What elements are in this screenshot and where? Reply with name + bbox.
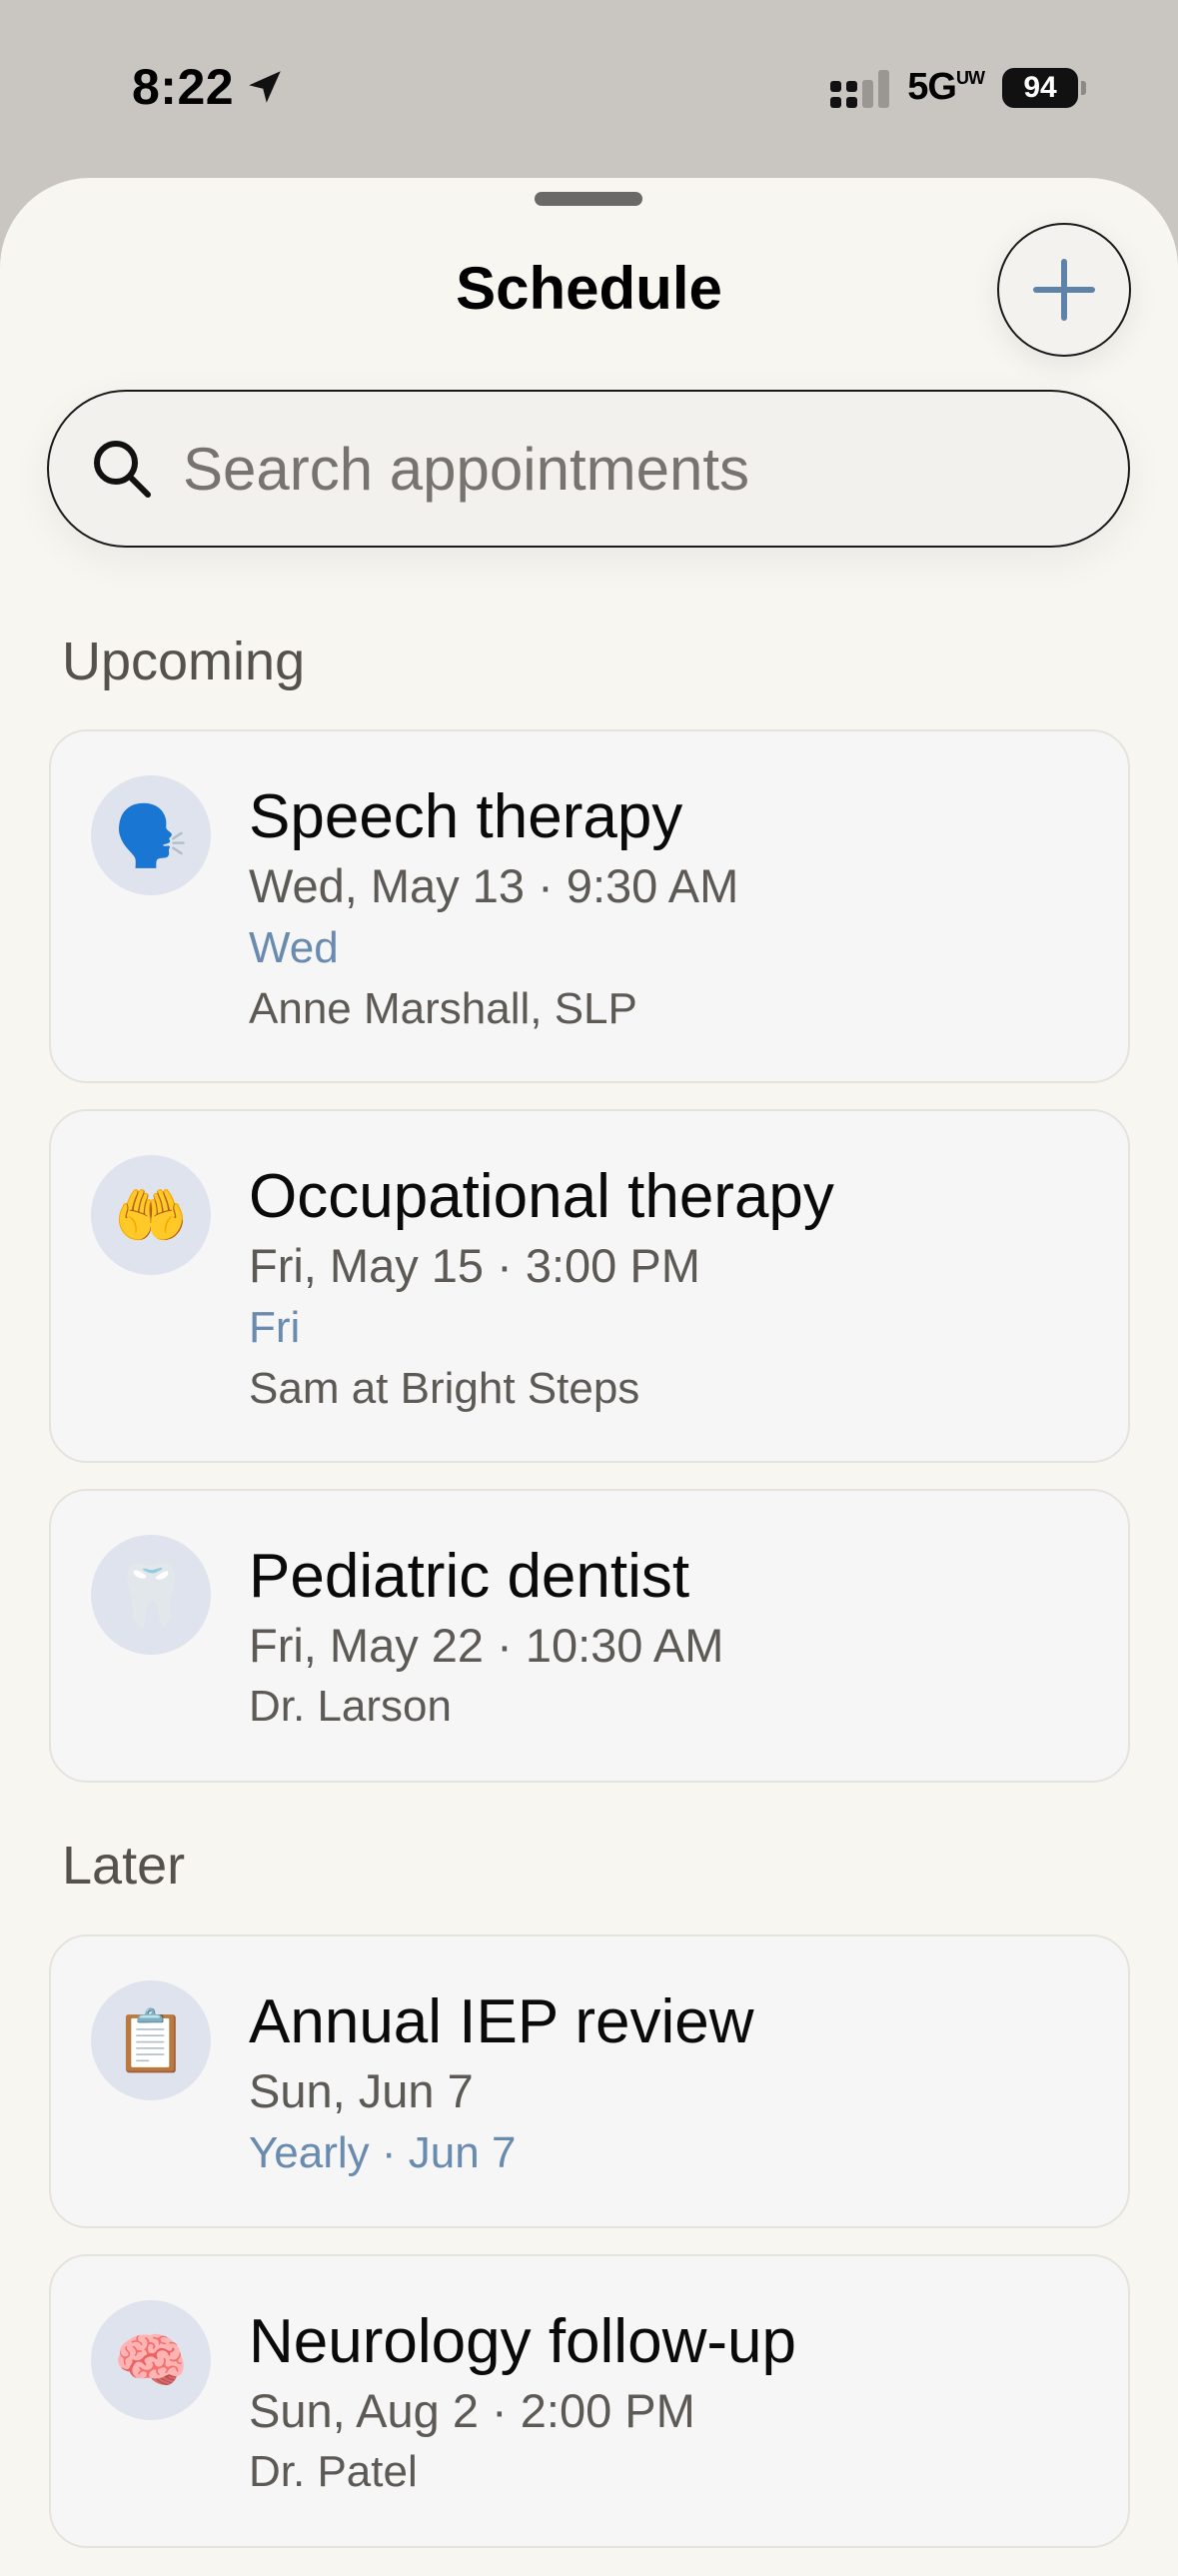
tooth-icon: 🦷 xyxy=(91,1535,211,1655)
appointment-datetime: Wed, May 13 · 9:30 AM xyxy=(249,859,739,912)
appointment-datetime: Fri, May 22 · 10:30 AM xyxy=(249,1619,724,1672)
status-bar: 8:22 5G UW 94 xyxy=(0,0,1178,180)
appointment-datetime: Sun, Aug 2 · 2:00 PM xyxy=(249,2384,695,2437)
clock-text: 8:22 xyxy=(132,59,235,115)
appointment-title: Annual IEP review xyxy=(249,1987,754,2056)
appointment-title: Pediatric dentist xyxy=(249,1542,690,1611)
appointment-recurrence: Wed xyxy=(249,923,339,972)
status-indicators: 5G UW 94 xyxy=(830,66,1086,109)
appointment-card[interactable]: 🧠 Neurology follow-up Sun, Aug 2 · 2:00 … xyxy=(49,2254,1130,2548)
appointment-title: Neurology follow-up xyxy=(249,2307,796,2376)
network-type: 5G UW xyxy=(907,66,985,108)
search-icon xyxy=(94,441,151,498)
appointment-title: Speech therapy xyxy=(249,782,683,851)
search-bar[interactable] xyxy=(47,390,1130,548)
location-arrow-icon xyxy=(249,71,281,103)
appointment-provider: Anne Marshall, SLP xyxy=(249,984,637,1033)
speaking-head-icon: 🗣️ xyxy=(91,775,211,895)
sheet-grabber[interactable] xyxy=(535,192,642,206)
appointment-recurrence: Fri xyxy=(249,1303,301,1352)
appointment-provider: Sam at Bright Steps xyxy=(249,1364,640,1413)
palms-up-icon: 🤲 xyxy=(91,1155,211,1275)
appointment-card[interactable]: 🗣️ Speech therapy Wed, May 13 · 9:30 AM … xyxy=(49,729,1130,1083)
section-header-upcoming: Upcoming xyxy=(62,632,306,691)
appointment-card[interactable]: 📋 Annual IEP review Sun, Jun 7 Yearly · … xyxy=(49,1934,1130,2228)
plus-icon xyxy=(1033,259,1095,321)
battery-level: 94 xyxy=(1002,67,1078,108)
search-input[interactable] xyxy=(183,434,1082,504)
appointment-datetime: Sun, Jun 7 xyxy=(249,2064,474,2117)
section-header-later: Later xyxy=(62,1836,186,1896)
battery-icon: 94 xyxy=(1002,67,1086,108)
appointment-recurrence: Yearly · Jun 7 xyxy=(249,2128,517,2177)
appointment-provider: Dr. Larson xyxy=(249,1682,452,1731)
clipboard-icon: 📋 xyxy=(91,1980,211,2100)
brain-icon: 🧠 xyxy=(91,2300,211,2420)
appointment-datetime: Fri, May 15 · 3:00 PM xyxy=(249,1239,700,1292)
appointment-card[interactable]: 🦷 Pediatric dentist Fri, May 22 · 10:30 … xyxy=(49,1489,1130,1783)
appointment-provider: Dr. Patel xyxy=(249,2447,418,2496)
add-appointment-button[interactable] xyxy=(997,223,1131,357)
appointment-title: Occupational therapy xyxy=(249,1162,834,1231)
appointment-card[interactable]: 🤲 Occupational therapy Fri, May 15 · 3:0… xyxy=(49,1109,1130,1463)
cellular-signal-icon xyxy=(830,68,890,108)
status-time: 8:22 xyxy=(132,58,286,116)
schedule-sheet: Schedule Upcoming 🗣️ Speech therapy Wed,… xyxy=(0,178,1178,2576)
